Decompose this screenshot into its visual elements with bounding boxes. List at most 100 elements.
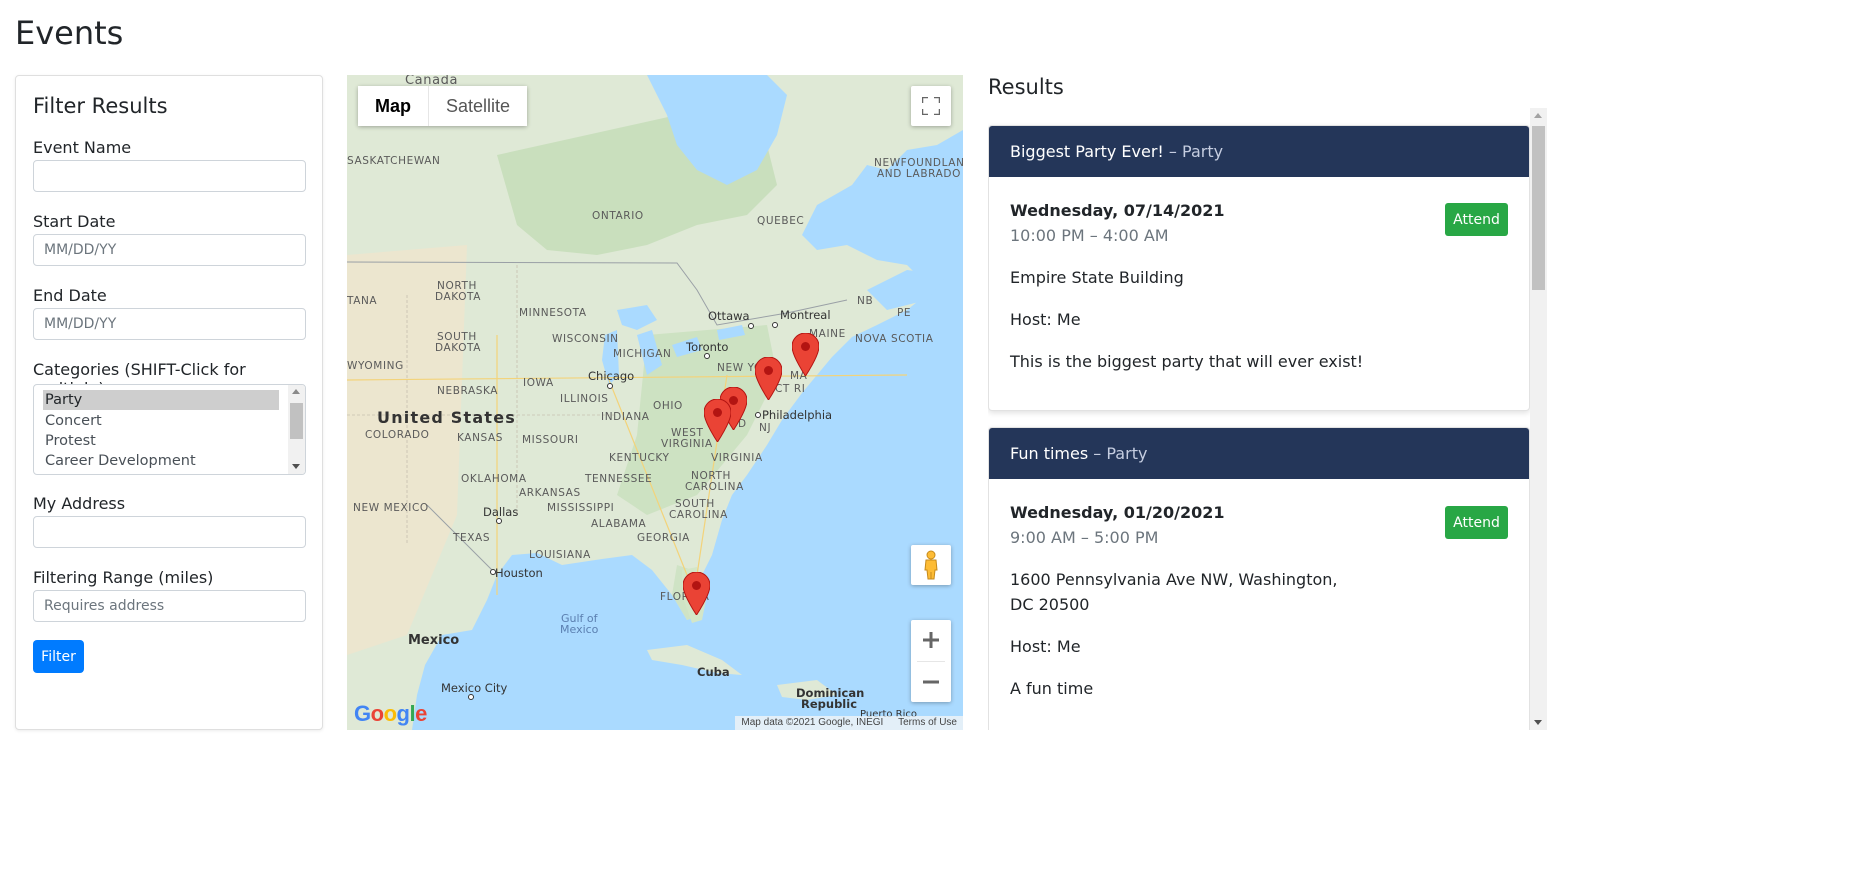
zoom-in-button[interactable] xyxy=(911,620,951,660)
fullscreen-button[interactable] xyxy=(911,86,951,126)
map-label-dominican-2: Republic xyxy=(801,697,858,711)
map-label-georgia: GEORGIA xyxy=(637,532,690,544)
attend-button[interactable]: Attend xyxy=(1445,506,1508,539)
result-date: Wednesday, 07/14/2021 xyxy=(1010,201,1225,220)
scroll-up-arrow-icon[interactable] xyxy=(1534,113,1542,118)
address-label: My Address xyxy=(33,494,126,513)
map-label-arkansas: ARKANSAS xyxy=(519,487,581,499)
map-label-kentucky: KENTUCKY xyxy=(609,452,670,464)
map-label-pe: PE xyxy=(897,307,912,319)
map-label-nb: NB xyxy=(857,295,874,307)
street-view-button[interactable] xyxy=(911,545,951,585)
fullscreen-icon xyxy=(922,97,940,115)
city-label-mexico-city: Mexico City xyxy=(441,681,508,695)
city-label-dallas: Dallas xyxy=(483,505,519,519)
map-label-tennessee: TENNESSEE xyxy=(585,473,653,485)
scroll-down-arrow-icon[interactable] xyxy=(1534,720,1542,725)
categories-scrollbar[interactable] xyxy=(288,385,305,474)
filter-button[interactable]: Filter xyxy=(33,640,84,673)
map-label-colorado: COLORADO xyxy=(365,429,430,441)
result-location: Empire State Building xyxy=(1010,268,1184,287)
map-label-newfoundland-2: AND LABRADO xyxy=(877,168,961,180)
map-type-satellite-button[interactable]: Satellite xyxy=(429,86,528,126)
map-marker-icon[interactable] xyxy=(792,333,819,376)
result-location: 1600 Pennsylvania Ave NW, Washington, DC… xyxy=(1010,570,1338,614)
pegman-icon xyxy=(924,550,938,580)
results-title: Results xyxy=(988,75,1064,99)
map-label-mississippi: MISSISSIPPI xyxy=(547,502,615,514)
end-date-input[interactable] xyxy=(33,308,306,340)
map-label-wyoming: WYOMING xyxy=(347,360,404,372)
city-dot-houston xyxy=(490,569,496,575)
map-label-kansas: KANSAS xyxy=(457,432,504,444)
result-category: Party xyxy=(1106,444,1148,463)
category-option-party[interactable]: Party xyxy=(43,390,279,410)
city-label-philadelphia: Philadelphia xyxy=(762,408,833,422)
category-option-career-development[interactable]: Career Development xyxy=(43,451,279,471)
result-name: Biggest Party Ever! xyxy=(1010,142,1164,161)
map-label-virginia: VIRGINIA xyxy=(711,452,763,464)
city-dot-chicago xyxy=(607,383,613,389)
map-label-north-dakota-2: DAKOTA xyxy=(435,291,482,303)
city-dot-philadelphia xyxy=(755,412,761,418)
results-scroll-thumb[interactable] xyxy=(1532,126,1545,290)
map-label-gulf-2: Mexico xyxy=(560,623,599,636)
city-label-toronto: Toronto xyxy=(686,340,729,354)
result-category: Party xyxy=(1182,142,1224,161)
map-label-montana: TANA xyxy=(347,295,378,307)
results-scrollbar[interactable] xyxy=(1530,108,1547,730)
map-label-louisiana: LOUISIANA xyxy=(529,549,591,561)
filter-title: Filter Results xyxy=(33,94,168,118)
start-date-label: Start Date xyxy=(33,212,116,231)
city-dot-montreal xyxy=(772,322,778,328)
map-label-alabama: ALABAMA xyxy=(591,518,647,530)
result-name: Fun times xyxy=(1010,444,1089,463)
city-dot-dallas xyxy=(496,518,502,524)
category-option-concert[interactable]: Concert xyxy=(43,411,279,431)
map-label-quebec: QUEBEC xyxy=(757,215,805,227)
start-date-input[interactable] xyxy=(33,234,306,266)
map-label-north-carolina-2: CAROLINA xyxy=(685,481,744,493)
plus-icon xyxy=(923,632,939,648)
map-label-texas: TEXAS xyxy=(453,532,491,544)
categories-select[interactable]: Party Concert Protest Career Development xyxy=(33,384,306,475)
scroll-down-arrow-icon[interactable] xyxy=(292,464,300,469)
zoom-control xyxy=(911,620,951,702)
map-attribution: Map data ©2021 Google, INEGI Terms of Us… xyxy=(735,716,963,730)
end-date-label: End Date xyxy=(33,286,107,305)
map-marker-icon[interactable] xyxy=(683,572,710,615)
map-marker-icon[interactable] xyxy=(704,399,731,442)
map-label-south-carolina-2: CAROLINA xyxy=(669,509,728,521)
zoom-out-button[interactable] xyxy=(911,662,951,702)
map-label-nebraska: NEBRASKA xyxy=(437,385,499,397)
city-label-montreal: Montreal xyxy=(780,308,831,322)
map-label-nj: NJ xyxy=(759,422,772,434)
result-description: This is the biggest party that will ever… xyxy=(1010,352,1364,371)
scroll-up-arrow-icon[interactable] xyxy=(292,389,300,394)
map-label-oklahoma: OKLAHOMA xyxy=(461,473,527,485)
result-time: 10:00 PM – 4:00 AM xyxy=(1010,226,1169,245)
result-time: 9:00 AM – 5:00 PM xyxy=(1010,528,1159,547)
event-name-input[interactable] xyxy=(33,160,306,192)
range-input[interactable] xyxy=(33,590,306,622)
city-label-ottawa: Ottawa xyxy=(708,309,750,323)
google-logo: Google xyxy=(354,701,427,726)
range-label: Filtering Range (miles) xyxy=(33,568,214,587)
category-option-protest[interactable]: Protest xyxy=(43,431,279,451)
address-input[interactable] xyxy=(33,516,306,548)
terms-of-use-link[interactable]: Terms of Use xyxy=(898,717,957,728)
map-label-nova-scotia: NOVA SCOTIA xyxy=(855,333,934,345)
city-dot-ottawa xyxy=(748,323,754,329)
result-description: A fun time xyxy=(1010,679,1094,698)
categories-scroll-thumb[interactable] xyxy=(290,403,303,439)
map-type-map-button[interactable]: Map xyxy=(358,86,429,126)
results-list: Biggest Party Ever! – Party Wednesday, 0… xyxy=(988,108,1547,730)
map-type-control: Map Satellite xyxy=(358,86,528,126)
map-label-missouri: MISSOURI xyxy=(522,434,579,446)
map-attribution-text: Map data ©2021 Google, INEGI xyxy=(741,717,884,728)
map-marker-icon[interactable] xyxy=(755,357,782,400)
map-label-cuba: Cuba xyxy=(697,665,730,679)
city-label-chicago: Chicago xyxy=(588,369,635,383)
attend-button[interactable]: Attend xyxy=(1445,203,1508,236)
map[interactable]: Canada SASKATCHEWAN ONTARIO QUEBEC NEWFO… xyxy=(347,75,963,730)
